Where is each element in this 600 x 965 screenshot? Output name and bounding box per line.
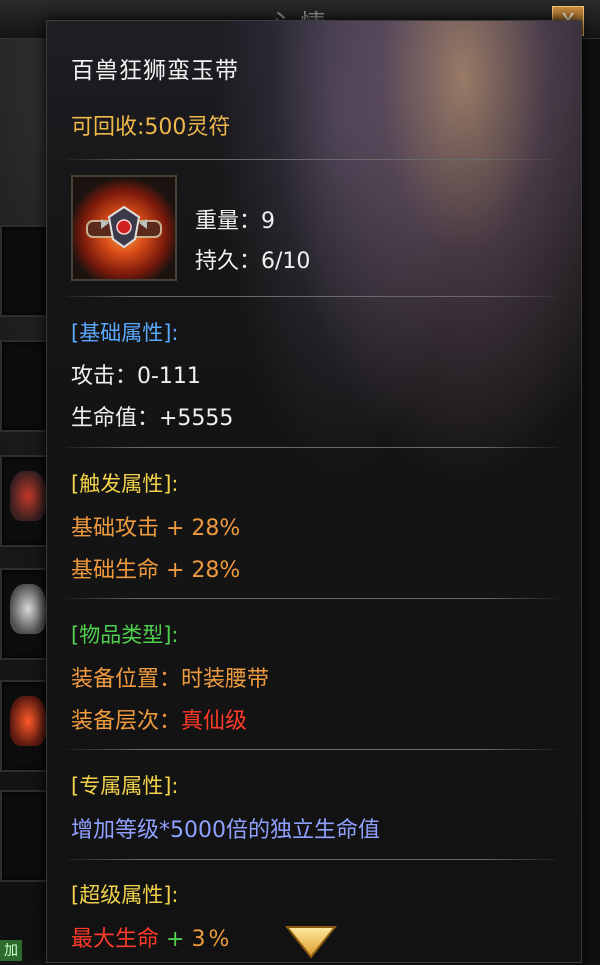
equip-tier-label: 装备层次： xyxy=(71,709,182,734)
divider xyxy=(67,859,557,860)
item-tooltip: 百兽狂狮蛮玉带 可回收:500灵符 重量：9 持久：6/10 [基础属性]: 攻… xyxy=(46,20,582,963)
attack-stat: 攻击：0-111 xyxy=(71,364,201,389)
add-tag[interactable]: 加 xyxy=(0,940,22,961)
trigger-attributes-header: [触发属性]: xyxy=(71,472,179,496)
super-stat-plus: + xyxy=(166,927,185,952)
belt-icon xyxy=(10,696,46,746)
equipment-slot[interactable] xyxy=(0,225,48,317)
divider xyxy=(67,749,557,750)
chevron-down-icon[interactable] xyxy=(283,923,339,959)
belt-icon xyxy=(71,175,177,281)
equip-tier-value: 真仙级 xyxy=(181,709,248,734)
recycle-value: 可回收:500灵符 xyxy=(71,115,231,140)
equip-slot-value: 时装腰带 xyxy=(181,667,270,692)
weight-stat: 重量：9 xyxy=(195,209,275,234)
equip-slot-label: 装备位置： xyxy=(71,667,182,692)
super-stat-value: 3% xyxy=(191,927,233,952)
equipment-slot[interactable] xyxy=(0,568,48,660)
equipment-slot[interactable] xyxy=(0,340,48,432)
super-attributes-header: [超级属性]: xyxy=(71,883,179,907)
hp-stat: 生命值：+5555 xyxy=(71,406,234,431)
divider xyxy=(67,598,557,599)
bracer-icon xyxy=(10,584,46,634)
equipment-slot[interactable] xyxy=(0,455,48,547)
exclusive-attributes-header: [专属属性]: xyxy=(71,774,179,798)
base-attributes-header: [基础属性]: xyxy=(71,321,179,345)
super-stat-name: 最大生命 xyxy=(71,927,160,952)
item-name: 百兽狂狮蛮玉带 xyxy=(71,58,239,84)
equipment-slot[interactable] xyxy=(0,680,48,772)
equip-slot-line: 装备位置：时装腰带 xyxy=(71,661,269,693)
equipment-slot[interactable] xyxy=(0,790,48,882)
divider xyxy=(67,296,557,297)
bracer-icon xyxy=(10,471,46,521)
exclusive-stat: 增加等级*5000倍的独立生命值 xyxy=(71,818,380,843)
trigger-attack-stat: 基础攻击 + 28% xyxy=(71,516,241,541)
equip-tier-line: 装备层次：真仙级 xyxy=(71,703,247,735)
trigger-hp-stat: 基础生命 + 28% xyxy=(71,558,241,583)
item-type-header: [物品类型]: xyxy=(71,623,179,647)
super-stat-line: 最大生命 + 3% xyxy=(71,921,232,953)
durability-stat: 持久：6/10 xyxy=(195,249,311,274)
divider xyxy=(67,447,557,448)
divider xyxy=(67,159,557,160)
